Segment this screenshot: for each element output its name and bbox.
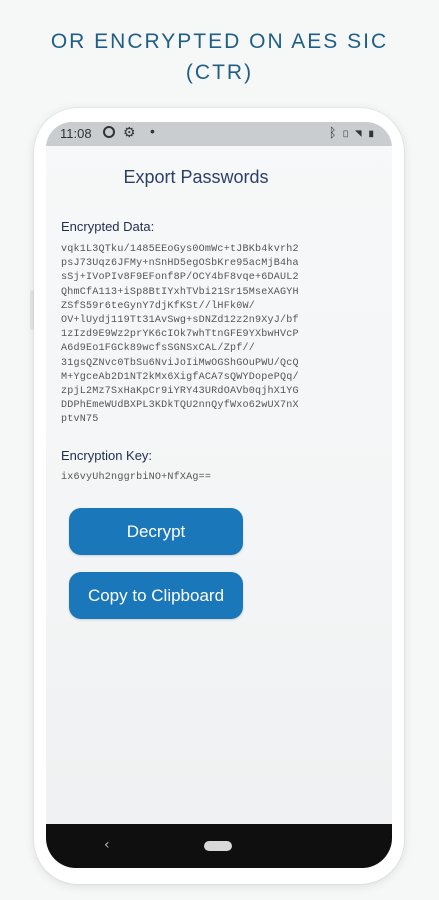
status-bar: 11:08 ⚙ • ᛒ▯◥▮ xyxy=(46,122,392,146)
dot-icon: • xyxy=(150,123,155,139)
encrypted-data-line: QhmCfA113+iSp8BtIYxhTVbi21Sr15MseXAGYH xyxy=(61,286,299,298)
encrypted-data-line: 31gsQZNvc0TbSu6NviJoIiMwOGShGOuPWU/QcQ xyxy=(61,357,299,369)
encrypted-data-line: ZSfS59r6teGynY7djKfKSt//lHFk0W/ xyxy=(61,300,255,312)
back-chevron-icon[interactable]: ‹ xyxy=(104,837,110,853)
encryption-key-value[interactable]: ix6vyUh2nggrbiNO+NfXAg== xyxy=(61,471,391,485)
wifi-icon: ◥ xyxy=(354,125,368,140)
vibrate-icon: ▯ xyxy=(341,125,355,140)
encrypted-data-line: vqk1L3QTku/1485EEoGys0OmWc+tJBKb4kvrh2 xyxy=(61,244,299,255)
copy-to-clipboard-button[interactable]: Copy to Clipboard xyxy=(69,572,243,619)
caption: OR ENCRYPTED ON AES SIC (CTR) xyxy=(0,26,439,88)
encrypted-data-text[interactable]: vqk1L3QTku/1485EEoGys0OmWc+tJBKb4kvrh2 ps… xyxy=(61,243,391,428)
encrypted-data-line: zpjL2Mz7SxHaKpCr9iYRY43URdOAVb0qjhX1YG xyxy=(61,386,299,398)
google-icon xyxy=(103,126,115,138)
encrypted-data-line: 1zIzd9E9Wz2prYK6cIOk7whTtnGFE9YXbwHVcP xyxy=(61,329,299,341)
encrypted-data-line: M+YgceAb2D1NT2kMx6XigfACA7sQWYDopePQq/ xyxy=(61,371,299,383)
encryption-key-label: Encryption Key: xyxy=(61,448,153,463)
status-right-icons: ᛒ▯◥▮ xyxy=(329,125,380,140)
encrypted-data-line: ptvN75 xyxy=(61,414,99,426)
encrypted-data-line: psJ73Uqz6JFMy+nSnHD5egOSbKre95acMjB4ha xyxy=(61,258,299,270)
page-title: Export Passwords xyxy=(123,167,269,187)
caption-line-2: (CTR) xyxy=(185,61,254,84)
caption-line-1: OR ENCRYPTED ON AES SIC xyxy=(50,30,389,53)
gear-icon: ⚙ xyxy=(123,124,136,140)
battery-icon: ▮ xyxy=(367,125,380,140)
status-time: 11:08 xyxy=(60,126,92,141)
encrypted-data-line: DDPhEmeWUdBXPL3KDkTQU2nnQyfWxo62wUX7nX xyxy=(61,400,299,412)
encrypted-data-line: OV+lUydj119Tt31AvSwg+sDNZd12z2n9XyJ/bf xyxy=(61,315,299,327)
navigation-bar: ‹ xyxy=(46,824,392,868)
decrypt-button[interactable]: Decrypt xyxy=(69,508,243,555)
encrypted-data-line: sSj+IVoPIv8F9EFonf8P/OCY4bF8vqe+6DAUL2 xyxy=(61,272,299,284)
encrypted-data-line: A6d9Eo1FGCk89wcfsSGNSxCAL/Zpf// xyxy=(61,343,255,355)
bluetooth-icon: ᛒ xyxy=(328,125,342,140)
phone-screen: 11:08 ⚙ • ᛒ▯◥▮ Export Passwords Encrypte… xyxy=(46,122,392,868)
home-pill-icon[interactable] xyxy=(204,841,232,851)
encrypted-data-label: Encrypted Data: xyxy=(61,219,155,234)
